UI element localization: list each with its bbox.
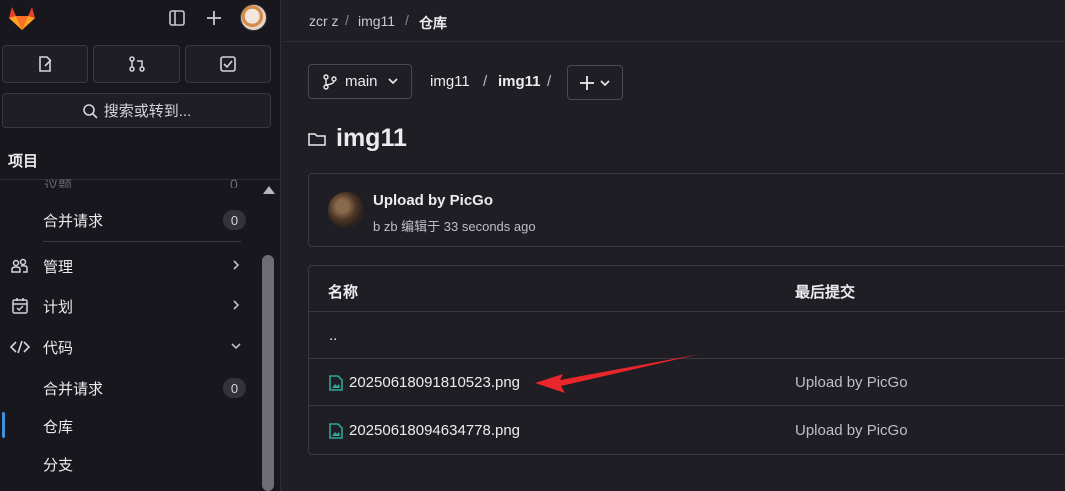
sidebar: 搜索或转到... 项目 议题 0 合并请求 0 管理 计划 代码 合并请求 0 …	[0, 0, 281, 491]
scroll-up-arrow-icon[interactable]	[263, 186, 275, 194]
sidebar-item-branches[interactable]: 分支	[0, 446, 258, 482]
commit-title-link[interactable]: Upload by PicGo	[373, 192, 493, 209]
file-name: 20250618091810523.png	[349, 374, 521, 391]
path-root-link[interactable]: img11	[430, 73, 470, 90]
section-title: 项目	[8, 153, 39, 170]
users-icon	[10, 256, 30, 276]
code-icon	[10, 337, 30, 357]
branch-selector[interactable]: main	[308, 64, 412, 99]
table-header: 名称 最后提交	[309, 266, 1065, 312]
breadcrumb-project[interactable]: img11	[358, 13, 395, 29]
file-name: 20250618094634778.png	[349, 422, 521, 439]
search-icon	[82, 103, 98, 119]
count-badge: 0	[223, 210, 246, 230]
sidebar-item-code-merge-requests[interactable]: 合并请求 0	[0, 370, 258, 406]
file-commit-link[interactable]: Upload by PicGo	[795, 422, 908, 439]
search-label: 搜索或转到...	[103, 103, 192, 120]
plus-icon	[580, 75, 594, 90]
breadcrumb-current[interactable]: 仓库	[419, 13, 447, 33]
file-link[interactable]: 20250618094634778.png	[329, 422, 520, 439]
issues-button[interactable]	[2, 45, 88, 83]
scrollbar-thumb[interactable]	[262, 255, 274, 491]
path-separator: /	[547, 73, 552, 90]
chevron-down-icon	[600, 79, 610, 86]
breadcrumb-separator: /	[405, 12, 409, 28]
merge-requests-button[interactable]	[93, 45, 180, 83]
column-header-last-commit: 最后提交	[795, 284, 856, 301]
chevron-down-icon	[230, 340, 242, 355]
todo-icon	[220, 56, 236, 72]
count-badge: 0	[223, 378, 246, 398]
plus-icon[interactable]	[203, 7, 225, 29]
sidebar-item-plan[interactable]: 计划	[0, 288, 258, 324]
chevron-down-icon	[387, 74, 399, 91]
todo-button[interactable]	[185, 45, 271, 83]
commit-meta: b zb 编辑于 33 seconds ago	[373, 219, 536, 234]
image-file-icon	[329, 422, 343, 439]
breadcrumb	[282, 0, 1065, 42]
branch-icon	[323, 74, 337, 94]
avatar[interactable]	[328, 192, 364, 228]
last-commit-panel: Upload by PicGo b zb 编辑于 33 seconds ago	[308, 173, 1065, 247]
merge-request-icon	[128, 56, 145, 72]
sidebar-item-merge-requests[interactable]: 合并请求 0	[0, 202, 258, 238]
branch-label: main	[345, 73, 378, 90]
image-file-icon	[329, 374, 343, 391]
sidebar-item-repository[interactable]: 仓库	[0, 408, 258, 444]
calendar-icon	[10, 296, 30, 316]
sidebar-item-manage[interactable]: 管理	[0, 248, 258, 284]
breadcrumb-user[interactable]: zcr z	[309, 13, 339, 29]
folder-icon	[308, 132, 326, 146]
page-title-row: img11	[308, 124, 407, 153]
path-separator: /	[483, 73, 488, 90]
issues-icon	[39, 56, 52, 72]
page-title: img11	[336, 124, 407, 152]
parent-dir-link[interactable]: ..	[329, 327, 337, 344]
add-file-dropdown-button[interactable]	[567, 65, 623, 100]
table-row[interactable]: 20250618094634778.png Upload by PicGo	[309, 407, 1065, 454]
sidebar-toggle-icon[interactable]	[166, 7, 188, 29]
chevron-right-icon	[230, 299, 242, 314]
sidebar-item-issues-partial[interactable]: 议题 0	[44, 176, 244, 188]
divider	[43, 241, 241, 242]
chevron-right-icon	[230, 259, 242, 274]
file-link[interactable]: 20250618091810523.png	[329, 374, 520, 391]
search-button[interactable]: 搜索或转到...	[2, 93, 271, 128]
column-header-name: 名称	[328, 284, 359, 301]
annotation-arrow	[535, 354, 700, 393]
gitlab-logo[interactable]	[8, 5, 36, 31]
file-commit-link[interactable]: Upload by PicGo	[795, 374, 908, 391]
user-avatar[interactable]	[240, 4, 267, 31]
sidebar-item-code[interactable]: 代码	[0, 329, 258, 365]
breadcrumb-separator: /	[345, 12, 349, 28]
path-current-dir[interactable]: img11	[498, 73, 541, 90]
